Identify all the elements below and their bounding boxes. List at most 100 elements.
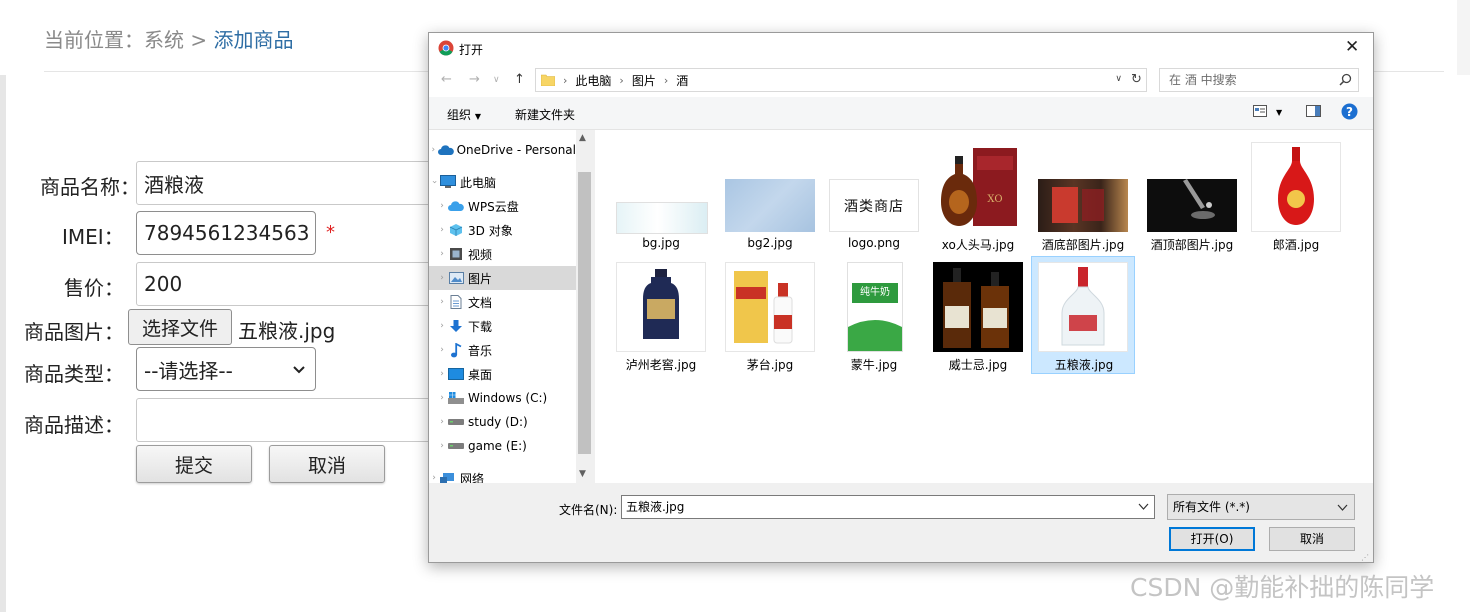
collapse-arrow-icon[interactable]: › [429, 177, 439, 187]
organize-label: 组织 [447, 108, 472, 122]
preview-pane-icon[interactable] [1306, 105, 1321, 120]
chevron-down-icon[interactable] [1138, 501, 1149, 512]
cancel-button[interactable]: 取消 [269, 445, 385, 483]
file-item-bg2[interactable]: bg2.jpg [718, 136, 822, 254]
view-options-icon[interactable] [1253, 105, 1267, 120]
expand-arrow-icon[interactable]: › [437, 369, 447, 379]
path-segment[interactable]: 图片 [632, 72, 656, 89]
file-name: 五粮液.jpg [1054, 358, 1114, 372]
product-type-select[interactable]: --请选择-- [136, 347, 316, 391]
file-item-top-image[interactable]: 酒顶部图片.jpg [1140, 136, 1244, 254]
expand-arrow-icon[interactable]: › [437, 321, 447, 331]
file-item-whisky[interactable]: 威士忌.jpg [926, 256, 1030, 374]
desktop-icon [447, 366, 465, 382]
recent-dropdown-icon[interactable]: ∨ [493, 75, 500, 85]
nav-item-desktop[interactable]: › 桌面 [429, 362, 584, 386]
file-thumbnail [1038, 179, 1128, 232]
expand-arrow-icon[interactable]: › [429, 145, 438, 155]
breadcrumb-separator: > [190, 28, 208, 52]
nav-item-drive-e[interactable]: › game (E:) [429, 434, 584, 458]
scrollbar-thumb[interactable] [578, 172, 591, 454]
svg-text:XO: XO [987, 194, 1002, 205]
dialog-toolbar: 组织 ▼ 新建文件夹 ▼ ? [429, 97, 1373, 130]
file-item-luzhou[interactable]: 泸州老窖.jpg [609, 256, 713, 374]
nav-item-label: 文档 [468, 295, 493, 310]
nav-item-this-pc[interactable]: › 此电脑 [429, 170, 576, 194]
choose-file-button[interactable]: 选择文件 [128, 309, 232, 345]
filetype-select[interactable]: 所有文件 (*.*) [1167, 494, 1355, 520]
document-icon [447, 294, 465, 310]
nav-item-drive-c[interactable]: › Windows (C:) [429, 386, 584, 410]
scroll-down-icon[interactable]: ▼ [579, 469, 586, 479]
path-segment[interactable]: 此电脑 [575, 72, 611, 89]
address-dropdown-icon[interactable]: ∨ [1115, 74, 1122, 84]
dialog-titlebar: 打开 ✕ [429, 33, 1373, 63]
path-segment[interactable]: 酒 [676, 72, 688, 89]
view-dropdown-icon[interactable]: ▼ [1276, 108, 1282, 117]
nav-item-label: OneDrive - Personal [456, 143, 576, 157]
expand-arrow-icon[interactable]: › [437, 393, 447, 403]
nav-item-onedrive[interactable]: › OneDrive - Personal [429, 138, 576, 162]
file-thumbnail [725, 179, 815, 232]
new-folder-button[interactable]: 新建文件夹 [515, 106, 575, 123]
drive-icon [447, 438, 465, 454]
scroll-up-icon[interactable]: ▲ [579, 133, 586, 143]
nav-item-label: 此电脑 [460, 175, 497, 190]
expand-arrow-icon[interactable]: › [437, 297, 447, 307]
cube-icon [447, 222, 465, 238]
dialog-cancel-button[interactable]: 取消 [1269, 527, 1355, 551]
filename-input[interactable]: 五粮液.jpg [621, 495, 1155, 519]
submit-button[interactable]: 提交 [136, 445, 252, 483]
expand-arrow-icon[interactable]: › [437, 225, 447, 235]
file-thumbnail: XO [933, 142, 1023, 232]
file-item-bottom-image[interactable]: 酒底部图片.jpg [1031, 136, 1135, 254]
nav-item-documents[interactable]: › 文档 [429, 290, 584, 314]
nav-scrollbar[interactable]: ▲ ▼ [576, 130, 593, 483]
expand-arrow-icon[interactable]: › [437, 441, 447, 451]
resize-grip-icon[interactable]: ⋰ [1361, 553, 1369, 562]
refresh-icon[interactable]: ↻ [1127, 68, 1147, 92]
expand-arrow-icon[interactable]: › [437, 417, 447, 427]
path-separator-icon: › [563, 73, 568, 87]
nav-item-music[interactable]: › 音乐 [429, 338, 584, 362]
file-thumbnail [1038, 262, 1128, 352]
search-placeholder: 在 酒 中搜索 [1169, 73, 1237, 87]
expand-arrow-icon[interactable]: › [437, 249, 447, 259]
nav-item-drive-d[interactable]: › study (D:) [429, 410, 584, 434]
organize-button[interactable]: 组织 ▼ [447, 106, 481, 123]
forward-icon[interactable]: → [469, 72, 480, 87]
nav-item-label: game (E:) [468, 439, 527, 453]
search-input[interactable]: 在 酒 中搜索 [1159, 68, 1359, 92]
address-bar[interactable]: › 此电脑 › 图片 › 酒 ∨ [535, 68, 1147, 92]
nav-item-3d-objects[interactable]: › 3D 对象 [429, 218, 584, 242]
breadcrumb-current: 添加商品 [213, 28, 294, 52]
help-icon[interactable]: ? [1341, 103, 1358, 123]
pictures-icon [447, 270, 465, 286]
file-item-xo[interactable]: XO xo人头马.jpg [926, 136, 1030, 254]
breadcrumb-section[interactable]: 系统 [144, 28, 184, 52]
expand-arrow-icon[interactable]: › [437, 345, 447, 355]
file-item-logo[interactable]: 酒类商店 logo.png [822, 136, 926, 254]
nav-item-pictures[interactable]: › 图片 [429, 266, 576, 290]
file-item-wuliangye[interactable]: 五粮液.jpg [1031, 256, 1135, 374]
nav-item-videos[interactable]: › 视频 [429, 242, 584, 266]
page-right-strip [1457, 0, 1470, 75]
file-item-maotai[interactable]: 茅台.jpg [718, 256, 822, 374]
file-item-langjiu[interactable]: 郎酒.jpg [1244, 136, 1348, 254]
back-icon[interactable]: ← [441, 72, 452, 87]
imei-select[interactable]: 7894561234563 [136, 211, 316, 255]
chevron-down-icon [293, 366, 305, 374]
nav-item-downloads[interactable]: › 下载 [429, 314, 584, 338]
open-button[interactable]: 打开(O) [1169, 527, 1255, 551]
nav-item-wps-cloud[interactable]: › WPS云盘 [429, 194, 584, 218]
up-icon[interactable]: ↑ [514, 72, 525, 87]
expand-arrow-icon[interactable]: › [437, 273, 447, 283]
expand-arrow-icon[interactable]: › [429, 473, 439, 483]
nav-item-network[interactable]: › 网络 [429, 466, 576, 483]
close-icon[interactable]: ✕ [1345, 37, 1359, 57]
nav-item-label: WPS云盘 [468, 199, 519, 214]
expand-arrow-icon[interactable]: › [437, 201, 447, 211]
file-item-mengniu[interactable]: 纯牛奶 蒙牛.jpg [822, 256, 926, 374]
file-item-bg[interactable]: bg.jpg [609, 136, 713, 254]
music-icon [447, 342, 465, 358]
